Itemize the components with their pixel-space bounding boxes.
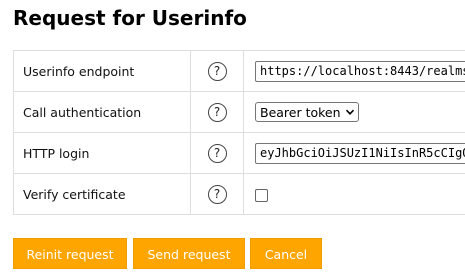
call-authentication-selected-value: Bearer token [260,104,341,120]
userinfo-request-page: Request for Userinfo Userinfo endpoint ?… [0,0,465,276]
userinfo-endpoint-value-cell [243,50,465,92]
http-login-help-cell: ? [190,132,244,174]
userinfo-endpoint-label: Userinfo endpoint [13,50,191,92]
reinit-request-button[interactable]: Reinit request [13,238,127,269]
http-login-input[interactable] [255,142,465,164]
call-authentication-row: Call authentication ? Bearer token [13,91,465,133]
userinfo-endpoint-row: Userinfo endpoint ? [13,50,465,92]
request-form-table: Userinfo endpoint ? Call authentication … [13,50,465,215]
http-login-row: HTTP login ? [13,132,465,174]
verify-certificate-value-cell [243,173,465,215]
verify-certificate-label: Verify certificate [13,173,191,215]
call-authentication-select[interactable]: Bearer token [255,102,359,122]
help-icon[interactable]: ? [207,61,227,81]
http-login-label: HTTP login [13,132,191,174]
help-icon[interactable]: ? [207,184,227,204]
page-title: Request for Userinfo [13,6,247,30]
call-authentication-value-cell: Bearer token [243,91,465,133]
verify-certificate-row: Verify certificate ? [13,173,465,215]
userinfo-endpoint-help-cell: ? [190,50,244,92]
cancel-button[interactable]: Cancel [250,238,322,269]
userinfo-endpoint-input[interactable] [255,60,465,82]
chevron-down-icon [345,109,354,115]
http-login-value-cell [243,132,465,174]
send-request-button[interactable]: Send request [133,238,245,269]
call-authentication-help-cell: ? [190,91,244,133]
help-icon[interactable]: ? [207,143,227,163]
call-authentication-label: Call authentication [13,91,191,133]
help-icon[interactable]: ? [207,102,227,122]
verify-certificate-help-cell: ? [190,173,244,215]
verify-certificate-checkbox[interactable] [255,188,268,202]
